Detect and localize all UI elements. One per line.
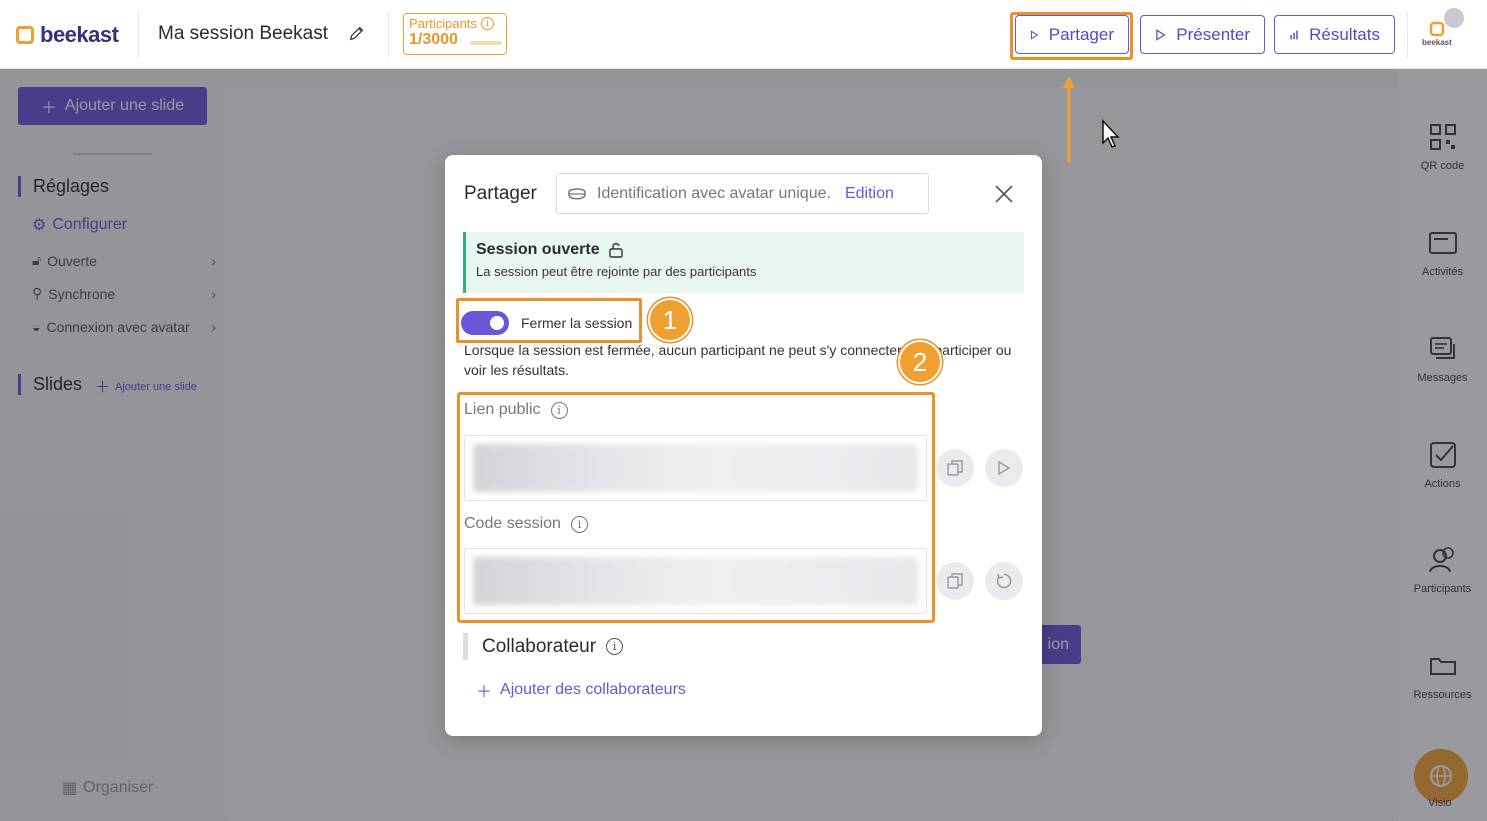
open-link-button[interactable] [985,449,1023,487]
beekast-logo[interactable]: beekast [16,22,119,48]
user-avatar[interactable]: beekast [1420,8,1464,52]
brand-name: beekast [40,22,119,47]
identification-text: Identification avec avatar unique. [597,184,831,202]
info-icon[interactable]: i [550,401,568,419]
session-status-title: Session ouverte [476,241,600,258]
mask-icon [568,187,586,199]
add-collaborators-button[interactable]: ＋ Ajouter des collaborateurs [476,678,686,702]
highlight-box-1 [456,298,642,343]
share-modal: Partager Identification avec avatar uniq… [445,155,1042,736]
copy-icon [947,460,963,476]
session-code-heading: Code session i [464,515,588,533]
plus-icon: ＋ [476,684,493,701]
public-link-heading: Lien public i [464,401,568,419]
beekast-logo-icon [16,26,34,44]
session-status-subtitle: La session peut être rejointe par des pa… [476,264,757,279]
results-button[interactable]: Résultats [1274,15,1395,54]
avatar-badge-icon [1444,8,1464,28]
play-outline-icon [1156,28,1166,41]
annotation-badge-2: 2 [898,340,942,384]
avatar-brand: beekast [1422,38,1452,47]
participants-value: 1/3000 [409,31,458,48]
copy-icon [947,573,963,589]
top-bar: beekast Ma session Beekast Participants i… [0,0,1487,69]
session-code-field[interactable] [464,548,927,614]
divider [1407,12,1408,58]
present-button[interactable]: Présenter [1140,15,1265,54]
present-button-label: Présenter [1176,24,1250,44]
modal-title: Partager [464,183,537,204]
public-link-field[interactable] [464,435,927,501]
mouse-cursor-icon [1102,119,1120,148]
session-title[interactable]: Ma session Beekast [158,23,328,45]
close-icon[interactable] [994,184,1014,204]
participants-counter: Participants i 1/3000 [403,13,507,55]
participants-label: Participants [409,16,477,31]
edition-link[interactable]: Edition [845,185,894,203]
public-link-label: Lien public [464,401,541,418]
info-icon[interactable]: i [570,515,588,533]
blurred-content [473,444,918,492]
info-icon[interactable]: i [606,638,624,655]
play-outline-icon [998,460,1011,476]
regenerate-code-button[interactable] [985,562,1023,600]
collaborator-title: Collaborateur [482,635,597,657]
collaborator-heading: Collaborateur i [463,633,624,660]
blurred-content [473,557,918,605]
bar-chart-icon [1290,30,1298,39]
session-code-label: Code session [464,515,561,532]
highlight-box-share [1010,12,1133,60]
unlock-icon [608,243,623,258]
info-icon[interactable]: i [480,17,494,30]
participants-progress-bar [470,41,502,45]
arrow-up-icon [1063,76,1075,162]
divider [138,12,139,58]
refresh-icon [996,573,1012,589]
copy-code-button[interactable] [936,562,974,600]
results-button-label: Résultats [1309,24,1380,44]
annotation-badge-1: 1 [648,298,692,342]
add-collaborators-label: Ajouter des collaborateurs [500,681,686,698]
identification-box: Identification avec avatar unique. Editi… [556,173,929,214]
copy-link-button[interactable] [936,449,974,487]
session-status-banner: Session ouverte La session peut être rej… [463,232,1024,293]
pencil-icon[interactable] [348,24,366,42]
divider [388,12,389,58]
